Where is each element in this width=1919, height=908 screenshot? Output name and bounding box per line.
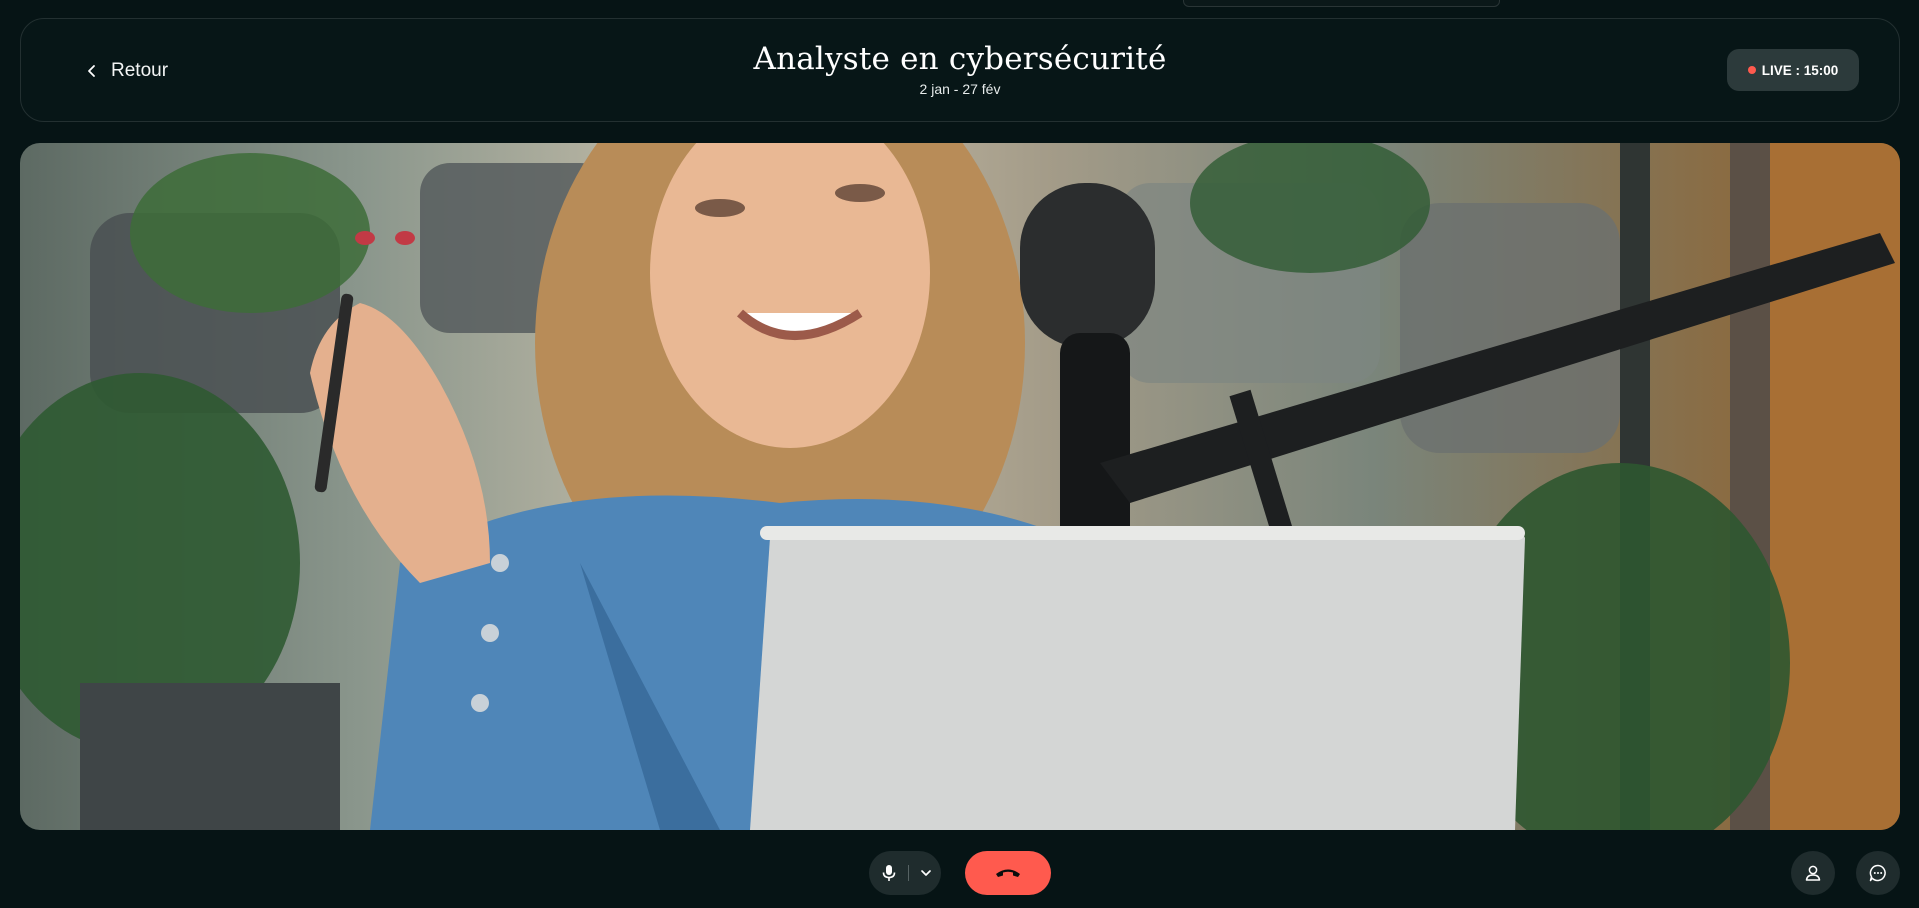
- live-label: LIVE : 15:00: [1761, 62, 1839, 78]
- top-bar-remnant: [1183, 0, 1500, 7]
- participants-icon: [1805, 865, 1821, 881]
- microphone-icon[interactable]: [882, 864, 896, 882]
- date-range: 2 jan - 27 fév: [919, 81, 1001, 97]
- video-stream: [20, 143, 1900, 830]
- live-dot-icon: [1747, 66, 1756, 74]
- hang-up-button[interactable]: [965, 851, 1051, 895]
- divider: [907, 865, 909, 881]
- participants-button[interactable]: [1791, 851, 1835, 895]
- chat-bubble-icon: [1869, 864, 1886, 882]
- phone-hangup-icon: [996, 869, 1020, 877]
- call-controls: [869, 851, 1051, 895]
- chat-button[interactable]: [1856, 851, 1900, 895]
- session-header: Retour Analyste en cybersécurité 2 jan -…: [20, 18, 1900, 122]
- chevron-down-icon[interactable]: [920, 867, 932, 879]
- video-frame-illustration: [20, 143, 1900, 830]
- page-title: Analyste en cybersécurité: [753, 41, 1167, 77]
- live-badge: LIVE : 15:00: [1727, 49, 1859, 91]
- microphone-control: [869, 851, 941, 895]
- title-block: Analyste en cybersécurité 2 jan - 27 fév: [21, 41, 1899, 97]
